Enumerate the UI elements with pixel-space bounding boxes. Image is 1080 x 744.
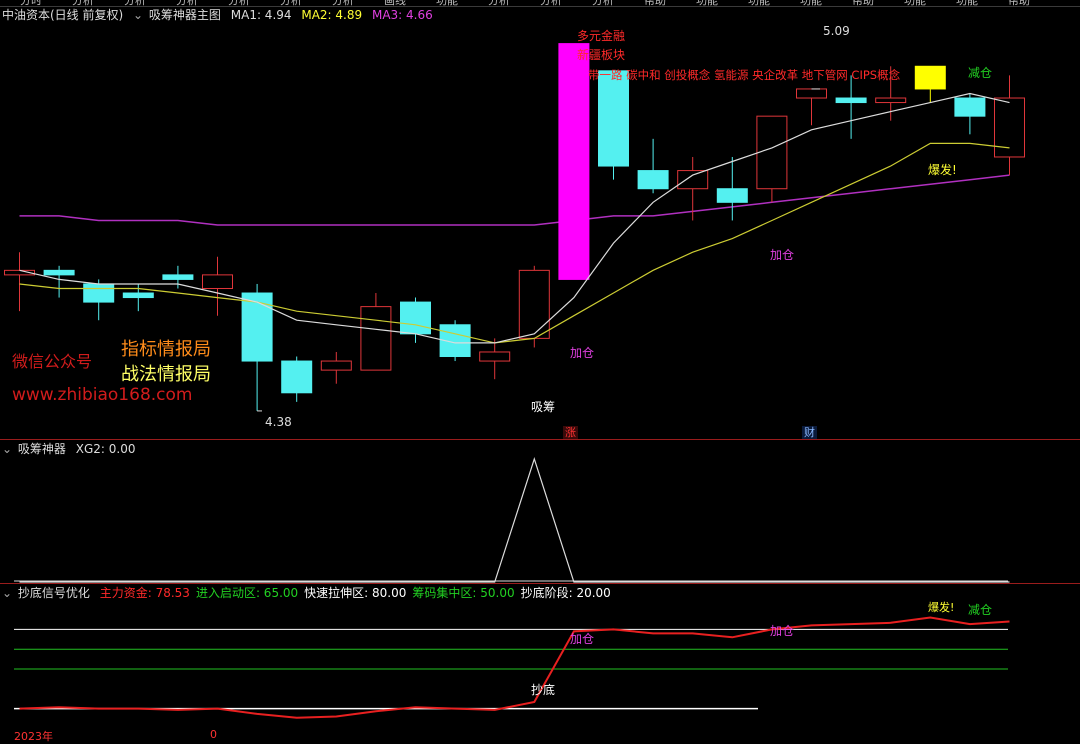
candle-body bbox=[122, 292, 154, 299]
p3-jiacang-label-2: 加仓 bbox=[770, 624, 795, 638]
panel-divider-1[interactable] bbox=[0, 439, 1080, 440]
p3-baofa-label: 爆发! bbox=[928, 601, 955, 614]
candle-body bbox=[281, 360, 313, 394]
p3-jiancang-label: 减仓 bbox=[968, 603, 993, 617]
low-price-label: 4.38 bbox=[265, 415, 292, 429]
main-fund-line bbox=[19, 616, 1010, 719]
candle-body bbox=[241, 292, 273, 362]
zhang-badge[interactable]: 涨 bbox=[563, 426, 578, 439]
concept-label-3: 带一路 碳中和 创投概念 氢能源 央企改革 地下管网 CIPS概念 bbox=[588, 68, 901, 82]
panel3-header: ⌄ 抄底信号优化 主力资金: 78.53 进入启动区: 65.00 快速拉伸区: 8… bbox=[2, 585, 617, 601]
indicator-value-1: 进入启动区: 65.00 bbox=[195, 586, 299, 600]
axis-month-label: 0 bbox=[210, 728, 217, 741]
jiacang-label-2: 加仓 bbox=[770, 248, 795, 262]
indicator-value-0: 主力资金: 78.53 bbox=[99, 586, 190, 600]
panel2-header: ⌄ 吸筹神器 XG2: 0.00 bbox=[2, 441, 141, 457]
candle-body bbox=[202, 274, 233, 289]
candle-body bbox=[914, 65, 946, 90]
ma3-line bbox=[19, 174, 1010, 226]
candle-body bbox=[43, 269, 75, 276]
candle-body bbox=[637, 170, 669, 190]
panel3-name[interactable]: 抄底信号优化 bbox=[18, 586, 90, 600]
candle-body bbox=[835, 97, 867, 104]
baofa-label: 爆发! bbox=[928, 163, 957, 177]
candle-body bbox=[162, 274, 194, 280]
watermark-url: www.zhibiao168.com bbox=[12, 385, 193, 405]
panel2-name[interactable]: 吸筹神器 bbox=[18, 442, 66, 456]
xichou-label: 吸筹 bbox=[531, 400, 556, 414]
panel-divider-2[interactable] bbox=[0, 583, 1080, 584]
candle-body bbox=[796, 88, 827, 99]
concept-label-1: 多元金融 bbox=[577, 29, 626, 43]
candle-body bbox=[360, 306, 392, 371]
jiacang-label-1: 加仓 bbox=[570, 346, 595, 360]
jiancang-label: 减仓 bbox=[968, 66, 993, 80]
candle-body bbox=[320, 360, 352, 371]
concept-label-2: 新疆板块 bbox=[577, 48, 626, 62]
candle-body bbox=[558, 43, 590, 280]
ma2-line bbox=[19, 142, 1010, 344]
indicator-value-4: 抄底阶段: 20.00 bbox=[520, 586, 611, 600]
chevron-down-icon[interactable]: ⌄ bbox=[2, 442, 12, 456]
watermark-title-2: 战法情报局 bbox=[121, 364, 211, 385]
candle-body bbox=[83, 283, 115, 303]
candle-body bbox=[677, 170, 709, 190]
candle-body bbox=[716, 188, 748, 203]
candle-body bbox=[400, 301, 431, 335]
chaodi-label: 抄底 bbox=[531, 683, 556, 697]
xg2-line bbox=[19, 457, 1010, 583]
candle-body bbox=[756, 115, 788, 190]
candle-body bbox=[875, 97, 907, 104]
candle-body bbox=[954, 97, 986, 117]
cai-badge[interactable]: 财 bbox=[802, 426, 817, 439]
indicator-value-3: 筹码集中区: 50.00 bbox=[412, 586, 515, 600]
ma1-line bbox=[19, 92, 1010, 344]
chevron-down-icon[interactable]: ⌄ bbox=[2, 586, 12, 600]
high-price-label: 5.09 bbox=[823, 24, 850, 38]
xg2-value: XG2: 0.00 bbox=[75, 442, 136, 456]
indicator-value-2: 快速拉伸区: 80.00 bbox=[304, 586, 407, 600]
watermark-title-1: 指标情报局 bbox=[121, 339, 211, 360]
candle-body bbox=[598, 70, 629, 167]
candle-body bbox=[518, 269, 550, 339]
candle-body bbox=[994, 97, 1025, 158]
axis-year-label: 2023年 bbox=[14, 730, 53, 743]
watermark-wechat: 微信公众号 bbox=[12, 352, 93, 371]
candle-body bbox=[479, 351, 511, 362]
p3-jiacang-label-1: 加仓 bbox=[570, 632, 595, 646]
